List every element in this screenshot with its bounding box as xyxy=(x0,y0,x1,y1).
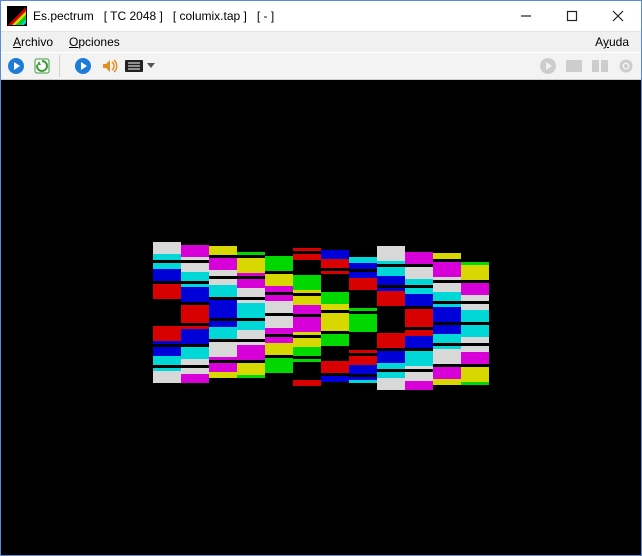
menu-options[interactable]: Opciones xyxy=(61,34,128,50)
right-window-button[interactable] xyxy=(563,55,585,77)
sound-button[interactable] xyxy=(98,55,120,77)
effect-column xyxy=(293,245,321,389)
toolbar xyxy=(1,52,641,80)
effect-column xyxy=(321,244,349,388)
menu-bar: Archivo Opciones Ayuda xyxy=(1,32,641,52)
effect-column xyxy=(181,242,209,386)
reload-button[interactable] xyxy=(31,55,53,77)
right-settings-button[interactable] xyxy=(615,55,637,77)
emulator-screen xyxy=(23,109,618,527)
effect-column xyxy=(405,249,433,393)
effect-column xyxy=(153,239,181,383)
maximize-button[interactable] xyxy=(549,1,595,31)
open-button[interactable] xyxy=(5,55,27,77)
effect-column xyxy=(461,250,489,394)
effect-column xyxy=(377,246,405,390)
menu-help[interactable]: Ayuda xyxy=(587,34,637,50)
effect-column xyxy=(433,247,461,391)
window-title: Es.pectrum [ TC 2048 ] [ columix.tap ] [… xyxy=(33,9,503,23)
effect-column xyxy=(209,240,237,384)
emulator-viewport[interactable] xyxy=(1,80,641,555)
close-button[interactable] xyxy=(595,1,641,31)
menu-file[interactable]: Archivo xyxy=(5,34,61,50)
play-button[interactable] xyxy=(72,55,94,77)
display-effect xyxy=(153,241,489,394)
chevron-down-icon xyxy=(146,55,156,77)
toolbar-separator xyxy=(59,55,66,77)
window-controls xyxy=(503,1,641,31)
effect-column xyxy=(349,248,377,392)
display-mode-dropdown[interactable] xyxy=(124,55,156,77)
right-play-button[interactable] xyxy=(537,55,559,77)
right-blocks-button[interactable] xyxy=(589,55,611,77)
app-icon xyxy=(7,6,27,26)
title-bar: Es.pectrum [ TC 2048 ] [ columix.tap ] [… xyxy=(1,1,641,32)
effect-column xyxy=(265,241,293,385)
minimize-button[interactable] xyxy=(503,1,549,31)
effect-column xyxy=(237,243,265,387)
